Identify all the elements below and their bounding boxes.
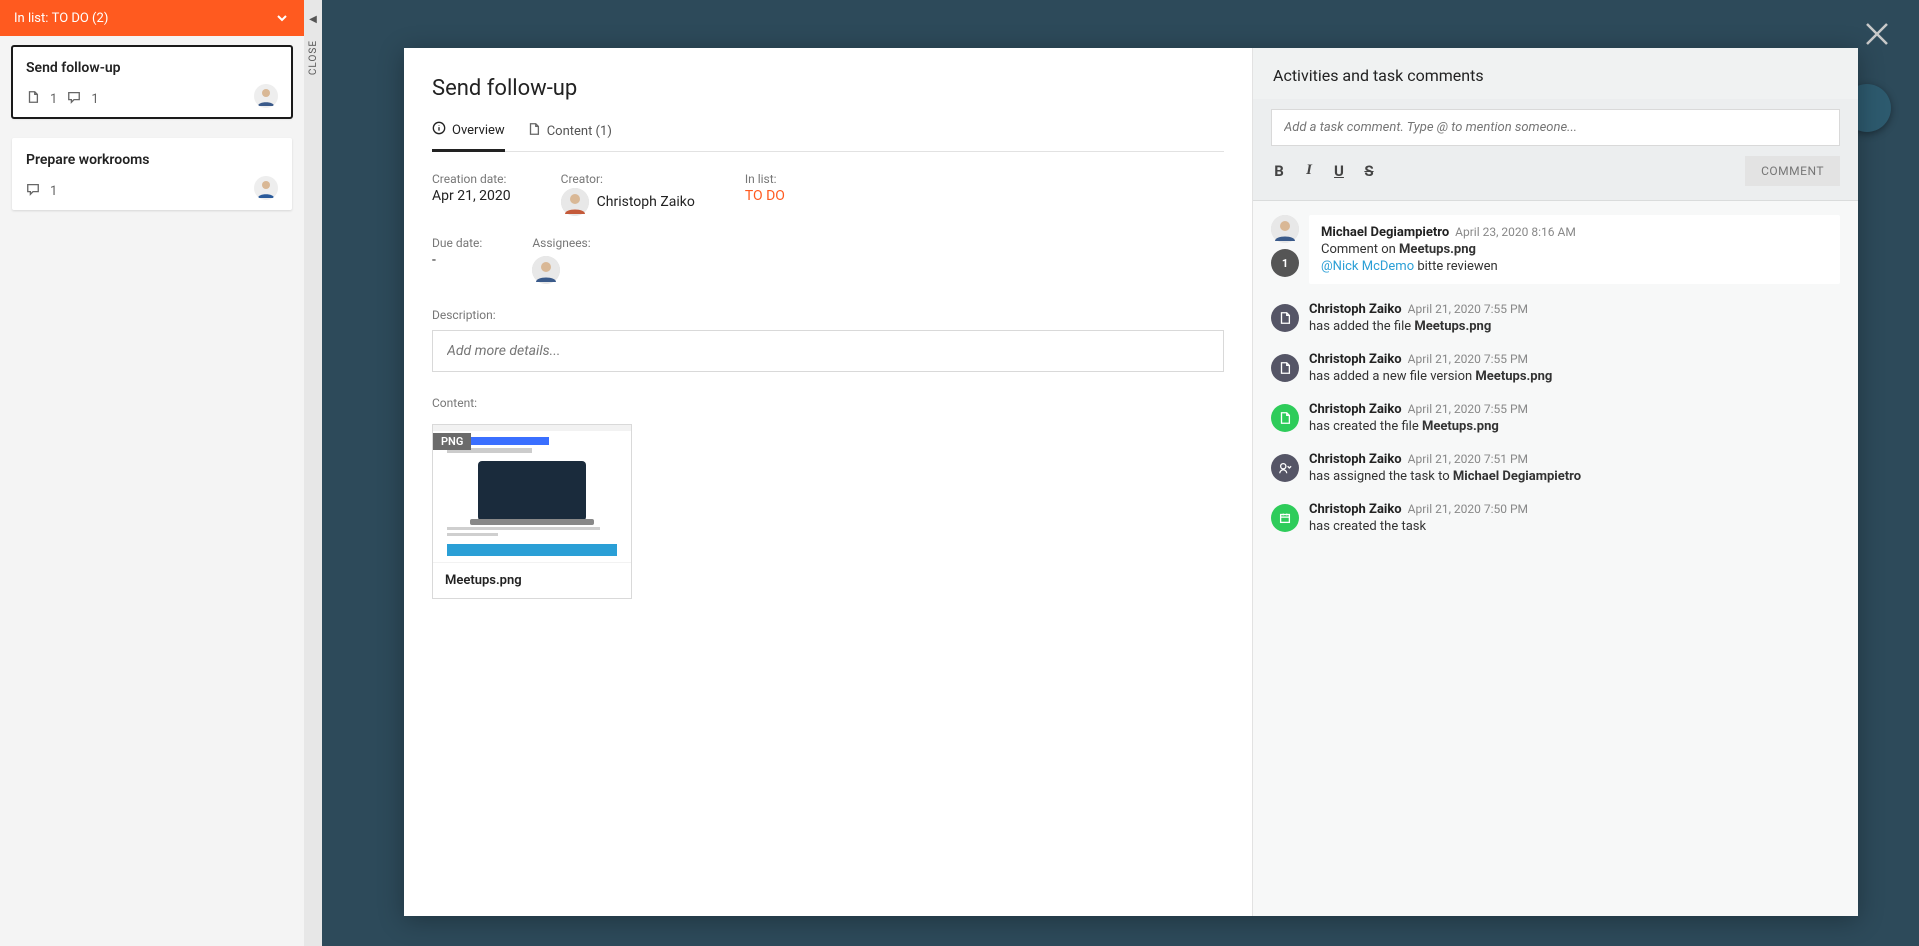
creator-avatar (561, 188, 589, 216)
activity-item: Christoph Zaiko April 21, 2020 7:55 PM ha… (1271, 302, 1840, 334)
bold-button[interactable]: B (1271, 162, 1287, 180)
tab-label: Overview (452, 123, 505, 138)
activity-author: Christoph Zaiko (1309, 402, 1402, 417)
meta-creation-date: Creation date: Apr 21, 2020 (432, 172, 511, 216)
activity-time: April 21, 2020 7:55 PM (1408, 402, 1528, 416)
activity-time: April 21, 2020 7:50 PM (1408, 502, 1528, 516)
comment-count: 1 (91, 92, 98, 107)
activity-time: April 21, 2020 7:55 PM (1408, 352, 1528, 366)
comment-count: 1 (50, 184, 57, 199)
assignee-avatar (254, 176, 278, 200)
activity-author: Christoph Zaiko (1309, 452, 1402, 467)
description-input[interactable] (432, 330, 1224, 372)
close-strip-label: CLOSE (308, 40, 319, 75)
task-panel: Send follow-up Overview Content (1) Crea… (404, 48, 1858, 916)
content-label: Content: (432, 396, 1224, 410)
close-button[interactable] (1859, 16, 1895, 52)
close-strip[interactable]: ◀ CLOSE (304, 0, 322, 946)
task-title: Send follow-up (432, 76, 1224, 101)
chevron-down-icon (274, 10, 290, 26)
italic-button[interactable]: I (1301, 162, 1317, 180)
thumbnail-image: PNG (433, 425, 631, 563)
activity-mention: @Nick McDemo bitte reviewen (1321, 259, 1828, 274)
file-icon (1271, 354, 1299, 382)
comment-area: B I U S COMMENT (1253, 99, 1858, 201)
file-count: 1 (50, 92, 57, 107)
task-created-icon (1271, 504, 1299, 532)
file-icon (26, 90, 40, 108)
activity-panel: Activities and task comments B I U S COM… (1253, 48, 1858, 916)
task-card-meta: 1 1 (26, 90, 278, 108)
activity-text: has assigned the task to Michael Degiamp… (1309, 469, 1840, 484)
activity-item: Christoph Zaiko April 21, 2020 7:55 PM ha… (1271, 402, 1840, 434)
comment-input[interactable] (1271, 109, 1840, 146)
file-icon (1271, 304, 1299, 332)
activity-author: Michael Degiampietro (1321, 225, 1449, 240)
tab-label: Content (1) (547, 124, 612, 139)
activity-time: April 21, 2020 7:51 PM (1408, 452, 1528, 466)
content-thumbnail[interactable]: PNG Meetups.png (432, 424, 632, 599)
task-card-title: Prepare workrooms (26, 152, 278, 168)
meta-due-date: Due date: - (432, 236, 482, 284)
meta-creator: Creator: Christoph Zaiko (561, 172, 695, 216)
activity-item: 1 Michael Degiampietro April 23, 2020 8:1… (1271, 215, 1840, 284)
activity-item: Christoph Zaiko April 21, 2020 7:50 PM ha… (1271, 502, 1840, 534)
activity-text: has added the file Meetups.png (1309, 319, 1840, 334)
activity-text: has created the task (1309, 519, 1840, 534)
info-icon (432, 121, 446, 139)
tabs: Overview Content (1) (432, 121, 1224, 152)
assignee-avatar[interactable] (532, 256, 560, 284)
underline-button[interactable]: U (1331, 162, 1347, 180)
activity-time: April 23, 2020 8:16 AM (1455, 225, 1576, 239)
task-card-meta: 1 (26, 182, 278, 200)
meta-assignees: Assignees: (532, 236, 590, 284)
activity-author: Christoph Zaiko (1309, 502, 1402, 517)
activity-text: Comment on Meetups.png (1321, 242, 1828, 257)
sidebar: In list: TO DO (2) Send follow-up 1 1 Pr… (0, 0, 304, 946)
format-toolbar: B I U S (1271, 162, 1377, 180)
file-created-icon (1271, 404, 1299, 432)
file-type-badge: PNG (433, 433, 471, 450)
task-detail: Send follow-up Overview Content (1) Crea… (404, 48, 1253, 916)
activity-author: Christoph Zaiko (1309, 302, 1402, 317)
meta-in-list: In list: TO DO (745, 172, 785, 216)
task-card[interactable]: Send follow-up 1 1 (12, 46, 292, 118)
activity-text: has added a new file version Meetups.png (1309, 369, 1840, 384)
comment-count-badge: 1 (1271, 249, 1299, 277)
collapse-arrow-icon: ◀ (309, 14, 317, 25)
task-card[interactable]: Prepare workrooms 1 (12, 138, 292, 210)
list-header-label: In list: TO DO (2) (14, 11, 108, 26)
assign-icon (1271, 454, 1299, 482)
task-card-title: Send follow-up (26, 60, 278, 76)
activity-author: Christoph Zaiko (1309, 352, 1402, 367)
activity-list: 1 Michael Degiampietro April 23, 2020 8:1… (1253, 201, 1858, 916)
thumbnail-filename: Meetups.png (433, 563, 631, 598)
description-label: Description: (432, 308, 1224, 322)
list-header[interactable]: In list: TO DO (2) (0, 0, 304, 36)
activity-item: Christoph Zaiko April 21, 2020 7:55 PM ha… (1271, 352, 1840, 384)
file-icon (527, 122, 541, 140)
comment-icon (26, 182, 40, 200)
activity-title: Activities and task comments (1253, 48, 1858, 99)
activity-item: Christoph Zaiko April 21, 2020 7:51 PM ha… (1271, 452, 1840, 484)
assignee-avatar (254, 84, 278, 108)
comment-icon (67, 90, 81, 108)
activity-text: has created the file Meetups.png (1309, 419, 1840, 434)
strike-button[interactable]: S (1361, 162, 1377, 180)
comment-submit-button[interactable]: COMMENT (1745, 156, 1840, 186)
comment-author-avatar (1271, 215, 1299, 243)
activity-time: April 21, 2020 7:55 PM (1408, 302, 1528, 316)
tab-overview[interactable]: Overview (432, 121, 505, 152)
tab-content[interactable]: Content (1) (527, 121, 612, 151)
